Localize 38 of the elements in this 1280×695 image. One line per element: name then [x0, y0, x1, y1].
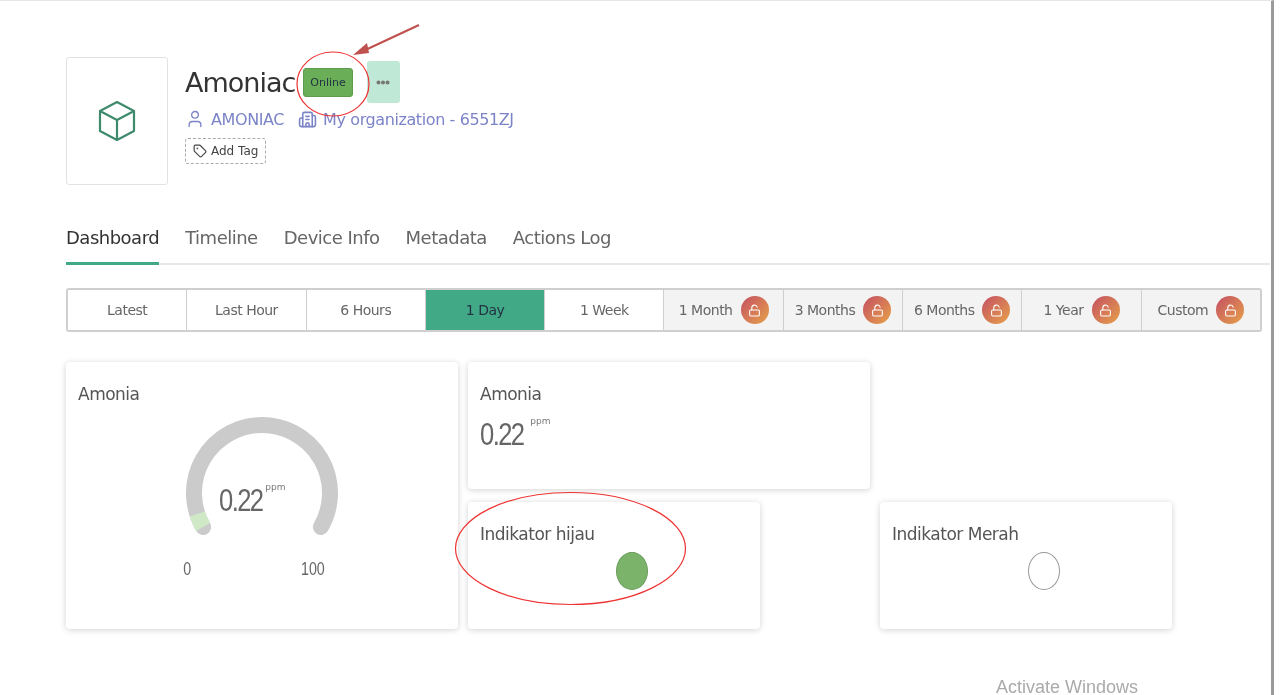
- tab[interactable]: Device Info: [283, 227, 380, 265]
- add-tag-button[interactable]: Add Tag: [185, 138, 267, 164]
- time-range-button[interactable]: 6 Months: [903, 290, 1023, 330]
- building-icon: [298, 109, 318, 129]
- more-button[interactable]: [366, 61, 400, 103]
- annotation-arrow: [353, 23, 422, 56]
- min-label: 0: [183, 558, 192, 580]
- widget-title: Amonia: [480, 384, 542, 404]
- lock-icon: [1091, 296, 1120, 324]
- widget-title: Amonia: [78, 384, 140, 404]
- time-range-button[interactable]: 1 Year: [1022, 290, 1142, 330]
- lock-icon: [740, 296, 769, 324]
- lock-icon: [1216, 296, 1245, 324]
- lock-icon: [982, 296, 1011, 324]
- unit-label: ppm: [530, 416, 551, 426]
- widget-title: Indikator Merah: [892, 524, 1019, 544]
- gauge-value: 0.22: [219, 482, 263, 519]
- watermark-text: Activate Windows: [996, 677, 1139, 695]
- device-name: Amoniac: [185, 66, 296, 98]
- owner-link[interactable]: AMONIAC: [185, 109, 285, 129]
- time-range-button[interactable]: Latest: [68, 290, 188, 330]
- status-badge: Online: [303, 67, 353, 97]
- widget-title: Indikator hijau: [480, 524, 595, 544]
- max-label: 100: [300, 558, 325, 580]
- cube-icon: [97, 99, 137, 143]
- time-range-button[interactable]: 3 Months: [783, 290, 904, 330]
- time-range-button[interactable]: 1 Day: [425, 290, 546, 330]
- tag-icon: [193, 144, 207, 158]
- tab[interactable]: Metadata: [405, 227, 487, 265]
- reading-value: 0.22: [480, 416, 524, 453]
- time-range-button[interactable]: Custom: [1141, 290, 1260, 330]
- dots-icon: [376, 79, 391, 85]
- time-range-button[interactable]: 1 Month: [664, 290, 784, 330]
- tab[interactable]: Timeline: [185, 227, 258, 265]
- tab[interactable]: Dashboard: [66, 227, 160, 265]
- lock-icon: [863, 296, 892, 324]
- unit-label: ppm: [265, 482, 286, 492]
- tab[interactable]: Actions Log: [512, 227, 611, 265]
